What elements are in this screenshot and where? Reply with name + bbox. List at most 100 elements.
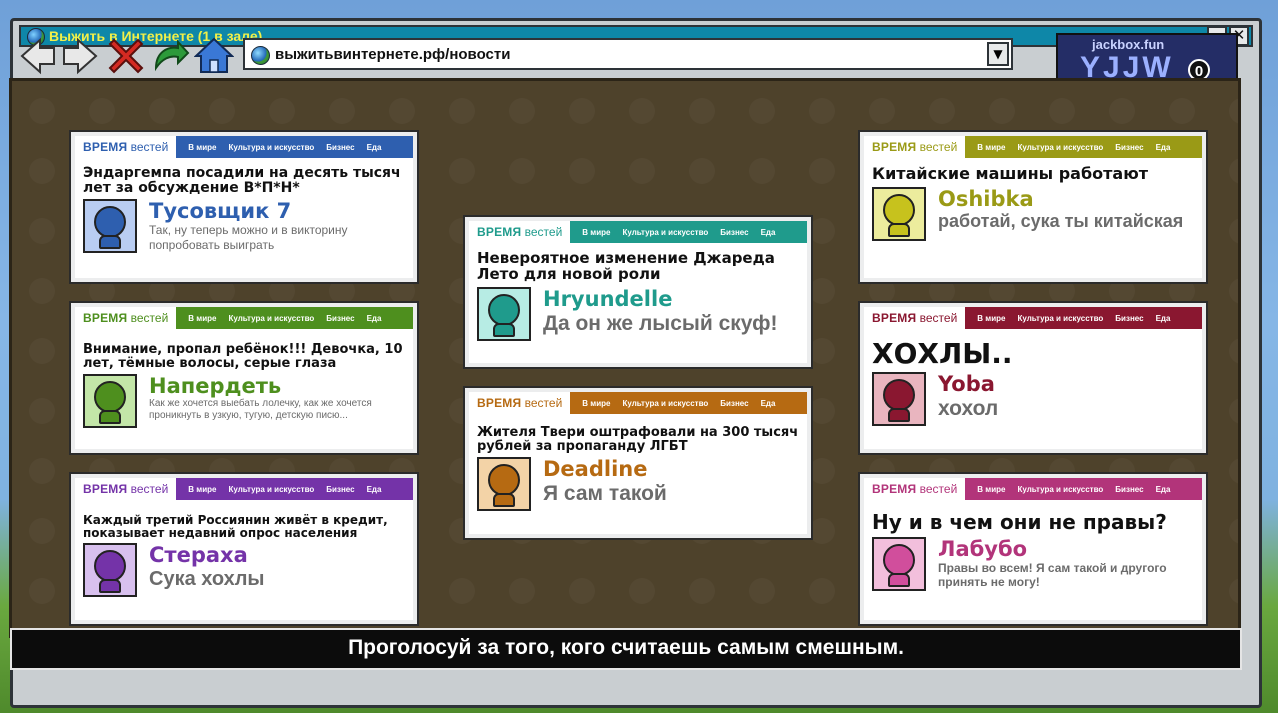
nav-item: Бизнес	[1115, 142, 1144, 152]
answer-text: Я сам такой	[543, 482, 667, 506]
brand-logo: ВРЕМЯ вестей	[75, 136, 177, 158]
back-arrow-icon[interactable]	[18, 36, 58, 76]
toolbar	[18, 36, 238, 76]
nav-item: Еда	[760, 227, 776, 237]
player-avatar	[83, 374, 137, 429]
player-name: Стераха	[149, 543, 248, 568]
card-header: ВРЕМЯ вестей В мире Культура и искусство Б…	[469, 392, 807, 414]
card-nav: В мире Культура и искусство Бизнес Еда	[176, 478, 413, 500]
nav-item: Еда	[366, 484, 382, 494]
news-card[interactable]: ВРЕМЯ вестей В мире Культура и искусство Б…	[463, 386, 813, 540]
player-avatar	[83, 543, 137, 598]
nav-item: В мире	[977, 484, 1006, 494]
brand-logo: ВРЕМЯ вестей	[864, 478, 966, 500]
nav-item: Бизнес	[326, 484, 355, 494]
news-card[interactable]: ВРЕМЯ вестей В мире Культура и искусство Б…	[69, 472, 419, 626]
brand-logo: ВРЕМЯ вестей	[864, 307, 966, 329]
headline: Каждый третий Россиянин живёт в кредит, …	[83, 513, 388, 540]
card-header: ВРЕМЯ вестей В мире Культура и искусство Б…	[864, 307, 1202, 329]
prompt-bar: Проголосуй за того, кого считаешь самым …	[10, 628, 1242, 670]
nav-item: В мире	[582, 398, 611, 408]
nav-item: Еда	[366, 142, 382, 152]
nav-item: В мире	[977, 142, 1006, 152]
headline: Китайские машины работают	[872, 164, 1149, 183]
headline: Эндаргемпа посадили на десять тысяч лет …	[83, 165, 401, 196]
brand-logo: ВРЕМЯ вестей	[469, 221, 571, 243]
news-card[interactable]: ВРЕМЯ вестей В мире Культура и искусство Б…	[858, 472, 1208, 626]
nav-item: Еда	[366, 313, 382, 323]
news-card[interactable]: ВРЕМЯ вестей В мире Культура и искусство Б…	[858, 301, 1208, 455]
card-nav: В мире Культура и искусство Бизнес Еда	[965, 478, 1202, 500]
answer-text: Да он же лысый скуф!	[543, 311, 778, 335]
forward-arrow-icon[interactable]	[60, 36, 100, 76]
card-nav: В мире Культура и искусство Бизнес Еда	[176, 307, 413, 329]
vote-prompt: Проголосуй за того, кого считаешь самым …	[348, 636, 904, 659]
nav-item: Еда	[1155, 484, 1171, 494]
nav-item: В мире	[582, 227, 611, 237]
headline: Жителя Твери оштрафовали на 300 тысяч ру…	[477, 425, 799, 454]
headline: Внимание, пропал ребёнок!!! Девочка, 10 …	[83, 342, 403, 371]
nav-item: В мире	[188, 313, 217, 323]
player-name: Напердеть	[149, 374, 282, 399]
player-name: Deadline	[543, 457, 648, 482]
nav-item: Бизнес	[720, 227, 749, 237]
address-bar[interactable]: выжитьвинтернете.рф/новости ▼	[243, 38, 1013, 70]
player-name: Лабубо	[938, 537, 1028, 561]
nav-item: Еда	[1155, 313, 1171, 323]
brand-logo: ВРЕМЯ вестей	[469, 392, 571, 414]
answer-text: Правы во всем! Я сам такой и другого при…	[938, 561, 1167, 590]
nav-item: В мире	[188, 142, 217, 152]
player-name: Oshibka	[938, 186, 1034, 211]
nav-item: Культура и искусство	[228, 484, 315, 494]
news-card[interactable]: ВРЕМЯ вестей В мире Культура и искусство Б…	[69, 130, 419, 284]
refresh-arrow-icon[interactable]	[150, 36, 190, 76]
dropdown-button[interactable]: ▼	[987, 42, 1009, 66]
globe-icon	[251, 46, 270, 65]
nav-item: Еда	[760, 398, 776, 408]
home-icon[interactable]	[194, 36, 234, 76]
player-name: Тусовщик 7	[149, 199, 292, 224]
news-card[interactable]: ВРЕМЯ вестей В мире Культура и искусство Б…	[463, 215, 813, 369]
nav-item: Культура и искусство	[228, 142, 315, 152]
news-card[interactable]: ВРЕМЯ вестей В мире Культура и искусство Б…	[69, 301, 419, 455]
answer-text: Как же хочется выебать лолечку, как же х…	[149, 398, 372, 422]
nav-item: В мире	[977, 313, 1006, 323]
headline: Невероятное изменение Джареда Лето для н…	[477, 249, 775, 283]
player-avatar	[872, 372, 926, 427]
nav-item: Культура и искусство	[1017, 484, 1104, 494]
site-label: jackbox.fun	[1092, 37, 1165, 52]
answer-text: Так, ну теперь можно и в викторину попро…	[149, 223, 348, 252]
card-nav: В мире Культура и искусство Бизнес Еда	[570, 221, 807, 243]
brand-logo: ВРЕМЯ вестей	[864, 136, 966, 158]
headline: Ну и в чем они не правы?	[872, 510, 1167, 534]
nav-item: В мире	[188, 484, 217, 494]
player-avatar	[83, 199, 137, 254]
card-header: ВРЕМЯ вестей В мире Культура и искусство Б…	[864, 136, 1202, 158]
url-text: выжитьвинтернете.рф/новости	[275, 46, 511, 63]
card-header: ВРЕМЯ вестей В мире Культура и искусство Б…	[75, 478, 413, 500]
answer-text: хохол	[938, 397, 999, 421]
nav-item: Бизнес	[720, 398, 749, 408]
nav-item: Еда	[1155, 142, 1171, 152]
player-avatar	[872, 186, 926, 241]
brand-logo: ВРЕМЯ вестей	[75, 307, 177, 329]
player-avatar	[477, 457, 531, 512]
stop-x-icon[interactable]	[106, 36, 146, 76]
player-avatar	[477, 286, 531, 341]
card-nav: В мире Культура и искусство Бизнес Еда	[176, 136, 413, 158]
nav-item: Бизнес	[326, 142, 355, 152]
nav-item: Культура и искусство	[622, 227, 709, 237]
player-name: Hryundelle	[543, 286, 673, 311]
player-name: Yoba	[938, 372, 995, 397]
nav-item: Бизнес	[326, 313, 355, 323]
player-avatar	[872, 537, 926, 591]
nav-item: Бизнес	[1115, 313, 1144, 323]
card-header: ВРЕМЯ вестей В мире Культура и искусство Б…	[864, 478, 1202, 500]
nav-item: Культура и искусство	[1017, 313, 1104, 323]
news-card[interactable]: ВРЕМЯ вестей В мире Культура и искусство Б…	[858, 130, 1208, 284]
card-header: ВРЕМЯ вестей В мире Культура и искусство Б…	[75, 136, 413, 158]
answer-text: Сука хохлы	[149, 568, 265, 591]
card-header: ВРЕМЯ вестей В мире Культура и искусство Б…	[469, 221, 807, 243]
card-nav: В мире Культура и искусство Бизнес Еда	[570, 392, 807, 414]
card-nav: В мире Культура и искусство Бизнес Еда	[965, 307, 1202, 329]
